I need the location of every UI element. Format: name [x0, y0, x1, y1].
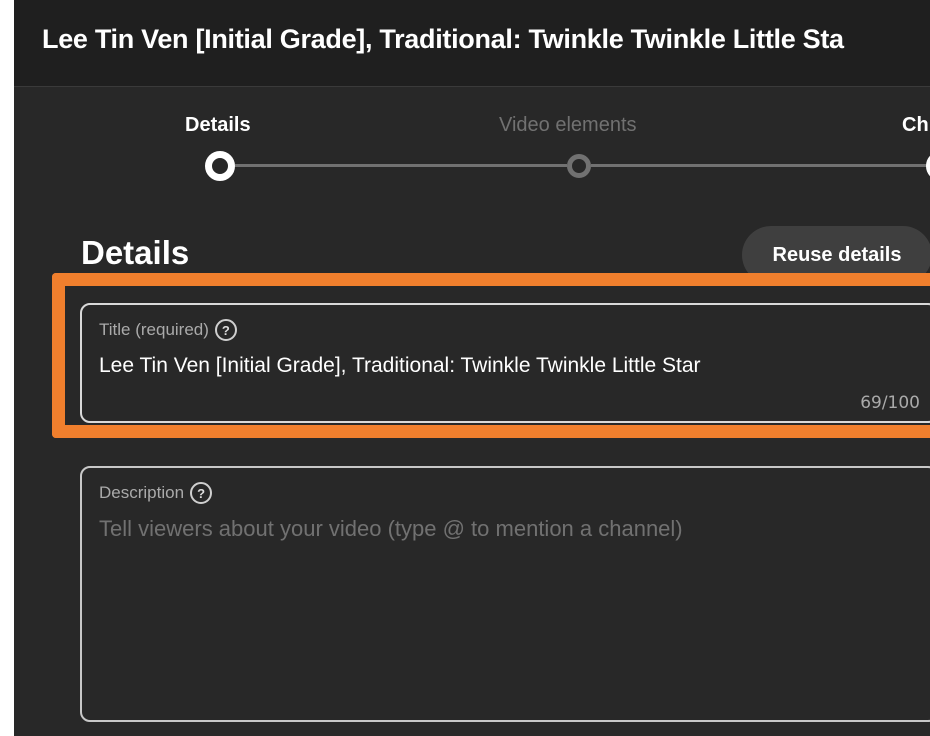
section-title: Details: [81, 234, 190, 271]
dialog-header: Lee Tin Ven [Initial Grade], Traditional…: [14, 0, 930, 87]
description-field[interactable]: Description ? Tell viewers about your vi…: [80, 466, 930, 722]
stepper-line: [235, 164, 567, 167]
step-video-elements-dot[interactable]: [567, 154, 591, 178]
description-field-label: Description: [99, 483, 185, 502]
description-input[interactable]: Tell viewers about your video (type @ to…: [99, 516, 683, 542]
step-checks-dot[interactable]: [926, 151, 930, 181]
description-field-label-row: Description ?: [99, 482, 213, 504]
dialog-title: Lee Tin Ven [Initial Grade], Traditional…: [42, 24, 844, 54]
step-video-elements-label[interactable]: Video elements: [499, 114, 637, 137]
step-details-dot[interactable]: [205, 151, 235, 181]
stepper-line: [591, 164, 930, 167]
highlight-box: [52, 273, 930, 438]
step-details-label[interactable]: Details: [185, 114, 251, 137]
step-checks-label[interactable]: Ch: [902, 114, 929, 137]
help-icon[interactable]: ?: [190, 482, 213, 504]
